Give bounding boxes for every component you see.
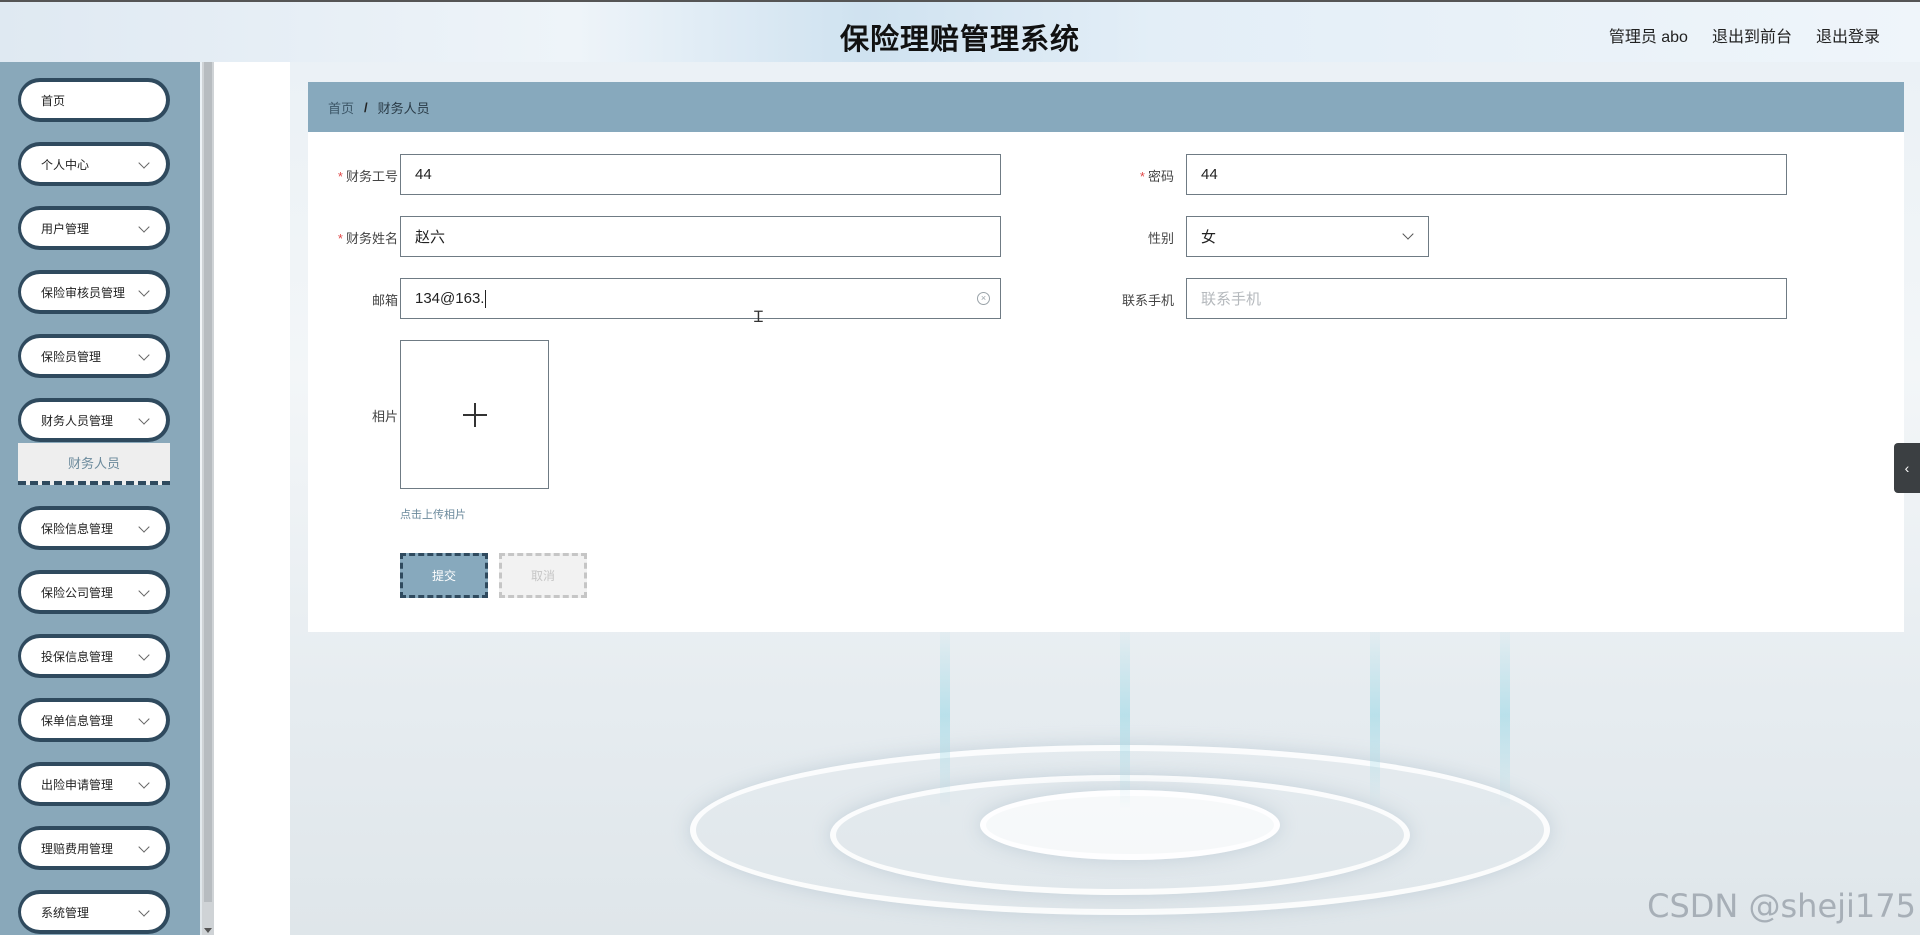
chevron-down-icon bbox=[138, 221, 150, 233]
sidebar-item-finance-staff-management[interactable]: 财务人员管理 bbox=[18, 398, 170, 442]
sidebar-subitem-finance-staff[interactable]: 财务人员 bbox=[18, 443, 170, 485]
submit-button[interactable]: 提交 bbox=[400, 553, 488, 598]
email-input[interactable]: 134@163. × bbox=[400, 278, 1001, 319]
sidebar-item-system-management[interactable]: 系统管理 bbox=[18, 890, 170, 934]
password-input[interactable]: 44 bbox=[1186, 154, 1787, 195]
breadcrumb: 首页 / 财务人员 bbox=[308, 82, 1904, 132]
sidebar-item-label: 保单信息管理 bbox=[41, 713, 114, 728]
sidebar-scrollbar[interactable] bbox=[202, 62, 214, 935]
clear-icon[interactable]: × bbox=[977, 292, 990, 305]
chevron-down-icon bbox=[138, 777, 150, 789]
sidebar-subitem-label: 财务人员 bbox=[67, 455, 120, 471]
sidebar-item-agent-management[interactable]: 保险员管理 bbox=[18, 334, 170, 378]
sidebar-item-auditor-management[interactable]: 保险审核员管理 bbox=[18, 270, 170, 314]
sidebar-item-label: 出险申请管理 bbox=[41, 777, 114, 792]
sidebar-item-label: 理赔费用管理 bbox=[41, 841, 114, 856]
sidebar-item-label: 系统管理 bbox=[41, 905, 90, 920]
staff-name-label: * 财务姓名 bbox=[337, 231, 398, 246]
required-mark: * bbox=[1139, 169, 1145, 184]
required-mark: * bbox=[337, 231, 343, 246]
photo-label: 相片 bbox=[371, 409, 398, 424]
sidebar-item-home[interactable]: 首页 bbox=[18, 78, 170, 122]
breadcrumb-home[interactable]: 首页 bbox=[328, 98, 354, 117]
sidebar-item-personal-center[interactable]: 个人中心 bbox=[18, 142, 170, 186]
sidebar-item-label: 保险员管理 bbox=[41, 349, 102, 364]
required-mark: * bbox=[337, 169, 343, 184]
password-label: * 密码 bbox=[1139, 169, 1174, 184]
photo-uploader[interactable] bbox=[400, 340, 549, 489]
phone-label: 联系手机 bbox=[1121, 293, 1174, 308]
sidebar-item-user-management[interactable]: 用户管理 bbox=[18, 206, 170, 250]
breadcrumb-separator: / bbox=[364, 99, 368, 115]
exit-to-front-link[interactable]: 退出到前台 bbox=[1712, 23, 1792, 47]
chevron-down-icon bbox=[1402, 228, 1414, 240]
chevron-down-icon bbox=[138, 841, 150, 853]
sidebar-item-insurance-info-management[interactable]: 保险信息管理 bbox=[18, 506, 170, 550]
email-label: 邮箱 bbox=[371, 293, 398, 308]
sidebar-item-label: 投保信息管理 bbox=[41, 649, 114, 664]
sidebar-item-label: 个人中心 bbox=[41, 157, 90, 172]
chevron-down-icon bbox=[138, 905, 150, 917]
gender-select[interactable]: 女 bbox=[1186, 216, 1429, 257]
sidebar-item-label: 用户管理 bbox=[41, 221, 90, 236]
chevron-down-icon bbox=[138, 713, 150, 725]
sidebar-item-claim-request-management[interactable]: 出险申请管理 bbox=[18, 762, 170, 806]
sidebar-item-label: 保险信息管理 bbox=[41, 521, 114, 536]
content-gutter bbox=[214, 62, 290, 935]
sidebar-item-policy-management[interactable]: 保单信息管理 bbox=[18, 698, 170, 742]
top-header: 保险理赔管理系统 管理员 abo 退出到前台 退出登录 bbox=[0, 0, 1920, 62]
collapse-panel-tab[interactable]: ‹ bbox=[1894, 443, 1920, 493]
upload-tip: 点击上传相片 bbox=[400, 509, 466, 521]
staff-no-input[interactable]: 44 bbox=[400, 154, 1001, 195]
sidebar-item-application-management[interactable]: 投保信息管理 bbox=[18, 634, 170, 678]
chevron-down-icon bbox=[138, 649, 150, 661]
text-caret bbox=[485, 289, 487, 308]
chevron-down-icon bbox=[138, 521, 150, 533]
scroll-down-arrow-icon[interactable] bbox=[204, 928, 212, 933]
gender-label: 性别 bbox=[1147, 231, 1174, 246]
sidebar-item-label: 财务人员管理 bbox=[41, 413, 114, 428]
chevron-down-icon bbox=[138, 413, 150, 425]
logout-link[interactable]: 退出登录 bbox=[1816, 23, 1880, 47]
staff-name-input[interactable]: 赵六 bbox=[400, 216, 1001, 257]
watermark: CSDN @sheji175 bbox=[1647, 887, 1916, 925]
staff-no-label: * 财务工号 bbox=[337, 169, 398, 184]
cancel-button[interactable]: 取消 bbox=[499, 553, 587, 598]
chevron-down-icon bbox=[138, 349, 150, 361]
phone-input[interactable]: 联系手机 bbox=[1186, 278, 1787, 319]
scrollbar-thumb[interactable] bbox=[204, 62, 212, 902]
chevron-down-icon bbox=[138, 157, 150, 169]
sidebar-item-label: 保险审核员管理 bbox=[41, 285, 126, 300]
ibeam-cursor-icon: Ɪ bbox=[754, 309, 763, 326]
chevron-down-icon bbox=[138, 285, 150, 297]
chevron-down-icon bbox=[138, 585, 150, 597]
header-actions: 管理员 abo 退出到前台 退出登录 bbox=[1609, 23, 1880, 47]
sidebar-item-claim-fee-management[interactable]: 理赔费用管理 bbox=[18, 826, 170, 870]
sidebar-item-label: 保险公司管理 bbox=[41, 585, 114, 600]
breadcrumb-current: 财务人员 bbox=[377, 100, 430, 116]
admin-user-label[interactable]: 管理员 abo bbox=[1609, 23, 1688, 47]
sidebar-item-label: 首页 bbox=[41, 93, 66, 108]
sidebar-item-company-management[interactable]: 保险公司管理 bbox=[18, 570, 170, 614]
